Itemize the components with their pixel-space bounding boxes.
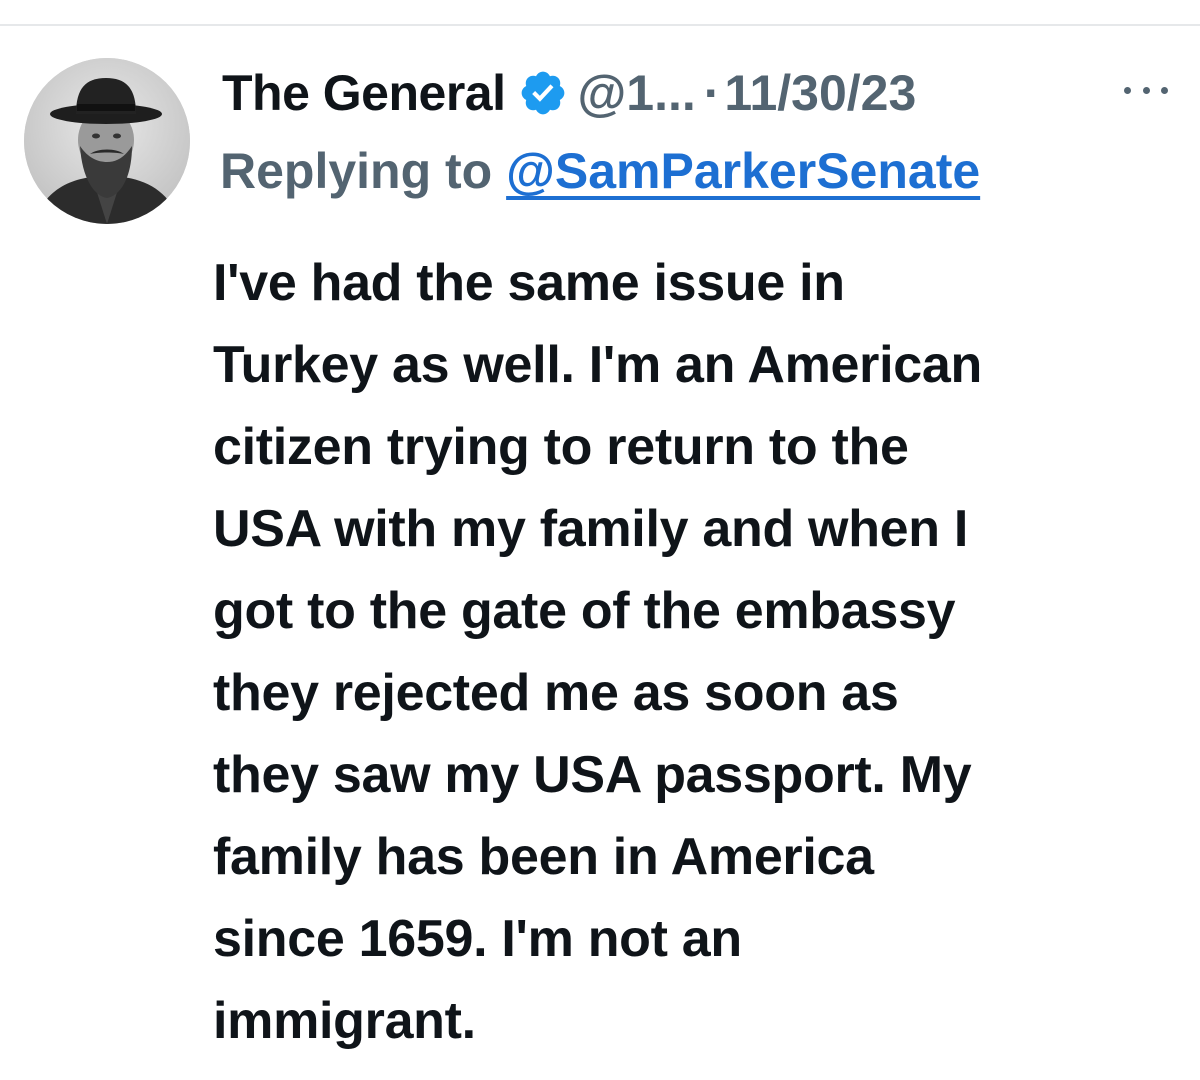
more-dot [1142,86,1150,94]
verified-badge-icon[interactable] [518,68,568,118]
tweet-text-line: immigrant. [213,992,476,1050]
tweet-text-line: Turkey as well. I'm an American [213,336,982,394]
more-dot [1161,86,1168,94]
more-dot [1124,86,1131,94]
replying-to-label: Replying to [220,143,493,199]
tweet-text-line: since 1659. I'm not an [213,910,742,968]
tweet-text-line: I've had the same issue in [213,254,845,312]
replying-to: Replying to @SamParkerSenate [220,142,980,212]
timestamp[interactable]: 11/30/23 [724,64,916,122]
avatar-photo [24,58,190,224]
tweet[interactable]: The General @1... · 11/30/23 Replying to… [0,0,1200,1080]
tweet-text-line: family has been in America [213,828,874,886]
tweet-text-line: they saw my USA passport. My [213,746,972,804]
more-options-icon[interactable] [1124,82,1168,98]
tweet-text-line: USA with my family and when I [213,500,969,558]
avatar[interactable] [24,58,190,224]
tweet-text-line: citizen trying to return to the [213,418,909,476]
tweet-text-line: they rejected me as soon as [213,664,899,722]
display-name[interactable]: The General [222,64,506,122]
user-handle[interactable]: @1... [578,64,696,122]
replying-to-link[interactable]: @SamParkerSenate [506,143,980,199]
tweet-text-line: got to the gate of the embassy [213,582,956,640]
separator-dot: · [703,65,721,121]
tweet-text: I've had the same issue in Turkey as wel… [213,242,1188,1062]
tweet-header: The General @1... · 11/30/23 [222,58,916,128]
